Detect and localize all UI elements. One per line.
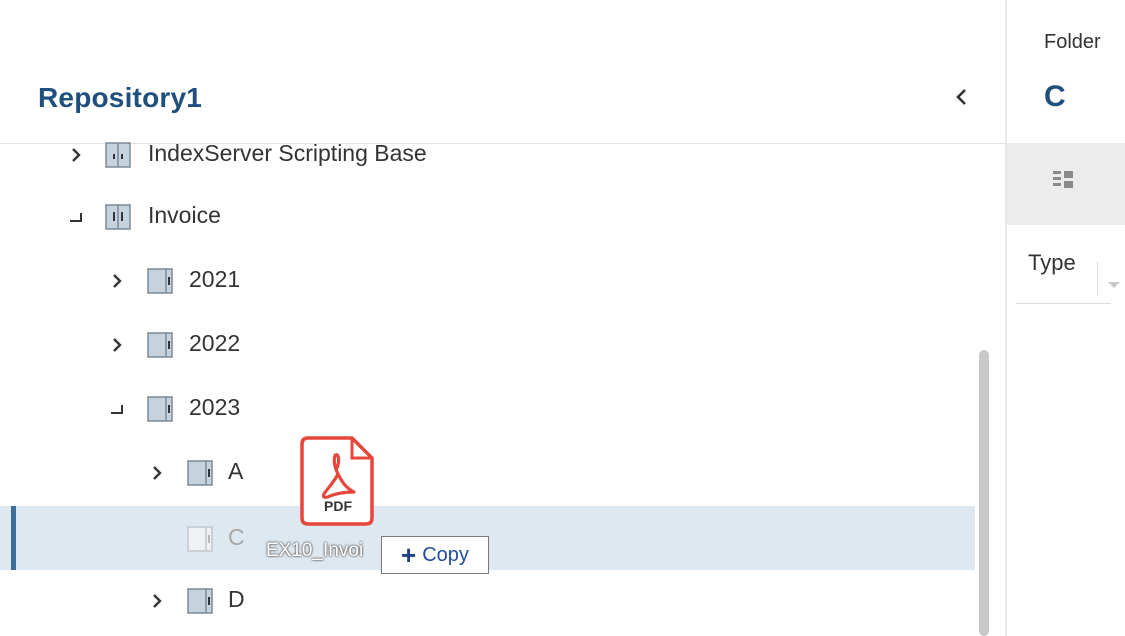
- tree-node-label: IndexServer Scripting Base: [148, 140, 427, 166]
- tree-node-2023[interactable]: 2023: [0, 380, 975, 438]
- file-type-label: PDF: [324, 498, 352, 514]
- tree-node-label: 2021: [189, 266, 241, 292]
- column-separator[interactable]: [1097, 262, 1098, 296]
- repository-tree-panel: Repository1 IndexServer Scripting Base I…: [0, 0, 1005, 636]
- pdf-file-icon: PDF: [300, 436, 376, 528]
- copy-action-badge: + Copy: [381, 536, 489, 574]
- tree-node-label: 2023: [189, 394, 241, 420]
- chevron-right-icon[interactable]: [107, 271, 127, 291]
- tree-node-label: D: [228, 586, 245, 612]
- tree-node-label: Invoice: [148, 202, 221, 228]
- tree-node-label: 2022: [189, 330, 241, 356]
- tree-node-invoice[interactable]: Invoice: [0, 188, 975, 246]
- dragged-file-name: EX10_Invoi: [266, 540, 364, 561]
- tree-node-d[interactable]: D: [0, 572, 975, 630]
- chevron-right-icon[interactable]: [147, 463, 167, 483]
- chevron-right-icon[interactable]: [107, 335, 127, 355]
- folder-icon: [187, 526, 213, 552]
- folder-icon: [187, 460, 213, 486]
- selection-indicator: [11, 506, 16, 570]
- chevron-left-icon: [954, 83, 970, 114]
- tree-node-a[interactable]: A: [0, 444, 975, 502]
- folder-name: C: [1044, 80, 1066, 113]
- folder-icon: [187, 588, 213, 614]
- folder-icon: [147, 396, 173, 422]
- tree-node-2022[interactable]: 2022: [0, 316, 975, 374]
- tree-node-label: C: [228, 524, 245, 550]
- tree-node-2021[interactable]: 2021: [0, 252, 975, 310]
- repository-title: Repository1: [38, 82, 203, 113]
- expanded-indicator-icon[interactable]: [107, 399, 127, 419]
- copy-action-label: Copy: [422, 543, 469, 566]
- grid-view-icon[interactable]: [1051, 168, 1075, 192]
- cabinet-icon: [105, 204, 131, 230]
- folder-icon: [147, 268, 173, 294]
- tree-node-label: A: [228, 458, 244, 484]
- tree-scrollbar[interactable]: [979, 350, 989, 636]
- collapse-panel-button[interactable]: [948, 82, 976, 114]
- detail-panel: Folder C Type: [1007, 0, 1125, 636]
- sort-caret-icon[interactable]: [1108, 282, 1120, 288]
- expanded-indicator-icon[interactable]: [66, 207, 86, 227]
- chevron-right-icon[interactable]: [147, 591, 167, 611]
- folder-type-label: Folder: [1044, 31, 1101, 53]
- tree-node-indexserver[interactable]: IndexServer Scripting Base: [0, 126, 975, 184]
- header-underline: [1016, 303, 1111, 304]
- chevron-right-icon[interactable]: [66, 145, 86, 165]
- type-column-header[interactable]: Type: [1028, 250, 1076, 276]
- cabinet-icon: [105, 142, 131, 168]
- folder-icon: [147, 332, 173, 358]
- plus-icon: +: [401, 540, 417, 570]
